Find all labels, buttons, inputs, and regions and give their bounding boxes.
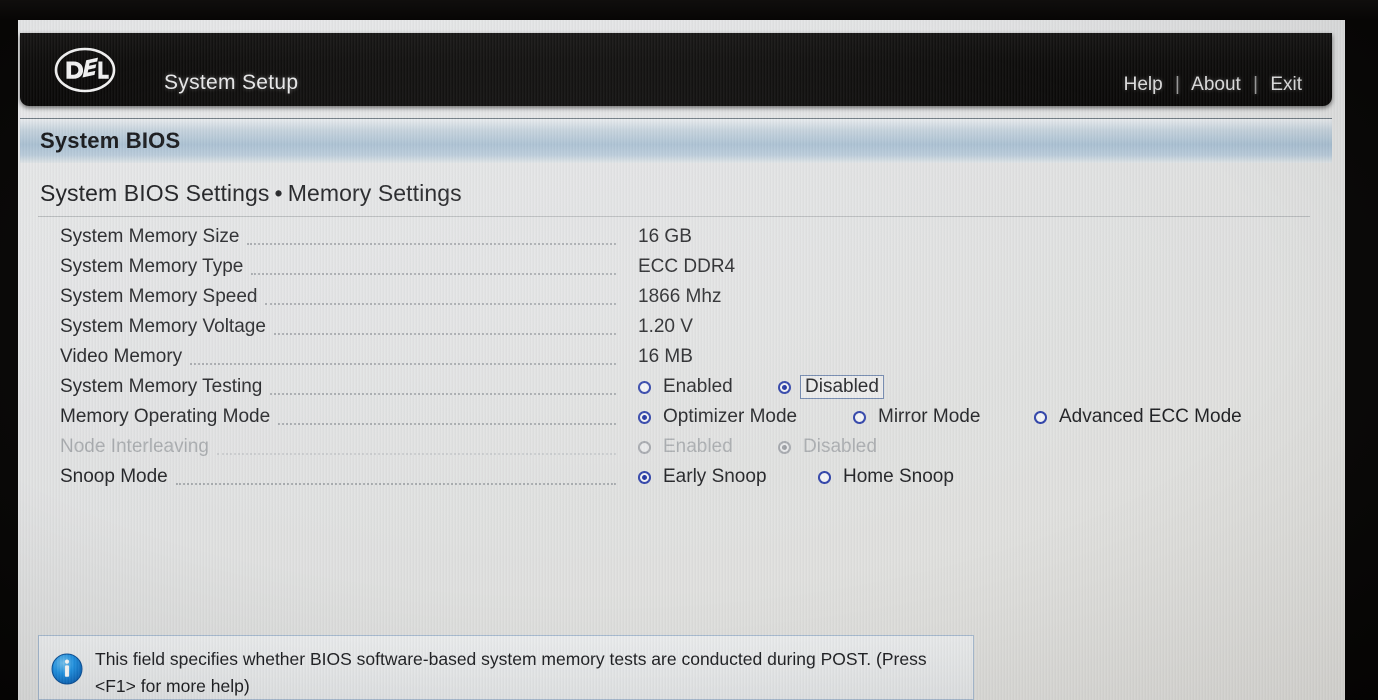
about-link[interactable]: About [1191,74,1241,95]
radio-button-icon[interactable] [818,470,831,484]
app-title: System Setup [164,71,299,94]
setting-value-area-node-interleaving: Enabled Disabled [638,432,1338,462]
radio-option-label: Home Snoop [843,466,954,487]
breadcrumb: System BIOS Settings • Memory Settings [40,180,462,207]
leader-dots [251,272,617,275]
heading-divider [38,216,1310,217]
radio-option-label: Enabled [663,436,733,457]
monitor-bezel-top [0,0,1378,20]
setting-label-system-memory-speed: System Memory Speed [60,286,258,307]
radio-option-label: Disabled [803,436,877,457]
radio-option-snoop-mode-0[interactable]: Early Snoop [638,465,770,489]
leader-dots [247,242,617,245]
setting-row-system-memory-testing[interactable]: System Memory Testing Enabled Disabled [18,372,1345,402]
setting-value-area-video-memory: 16 MB [638,342,693,372]
section-bar: System BIOS [20,118,1332,163]
setting-value-area-system-memory-testing: Enabled Disabled [638,372,1338,402]
radio-button-icon [638,440,651,454]
setting-row-node-interleaving: Node Interleaving Enabled Disabled [18,432,1345,462]
bios-screen: System Setup Help | About | Exit System … [18,20,1345,700]
setting-value-area-system-memory-type: ECC DDR4 [638,252,735,282]
radio-group-memory-operating-mode: Optimizer Mode Mirror Mode Advanced ECC Mo… [638,402,1338,432]
setting-value-system-memory-speed: 1866 Mhz [638,286,722,307]
radio-option-label: Disabled [800,375,884,399]
help-box: This field specifies whether BIOS softwa… [38,635,974,700]
radio-option-node-interleaving-1: Disabled [778,435,880,459]
radio-option-system-memory-testing-1[interactable]: Disabled [778,375,884,399]
info-icon [51,653,83,685]
monitor-photo: System Setup Help | About | Exit System … [0,0,1378,700]
radio-button-icon[interactable] [638,410,651,424]
breadcrumb-parent[interactable]: System BIOS Settings [40,180,270,206]
radio-button-icon[interactable] [638,380,651,394]
setting-row-snoop-mode[interactable]: Snoop Mode Early Snoop Home Snoop [18,462,1345,492]
radio-option-memory-operating-mode-0[interactable]: Optimizer Mode [638,405,800,429]
leader-dots [273,332,616,335]
setting-value-area-system-memory-speed: 1866 Mhz [638,282,721,312]
setting-value-system-memory-voltage: 1.20 V [638,316,693,337]
radio-option-node-interleaving-0: Enabled [638,435,736,459]
link-separator-1: | [1174,74,1180,95]
titlebar-links: Help | About | Exit [1124,74,1302,96]
setting-value-area-memory-operating-mode: Optimizer Mode Mirror Mode Advanced ECC Mo… [638,402,1338,432]
bios-page: System Setup Help | About | Exit System … [18,20,1345,700]
leader-dots [265,302,617,305]
setting-label-memory-operating-mode: Memory Operating Mode [60,406,271,427]
setting-label-system-memory-type: System Memory Type [60,256,244,277]
radio-button-icon[interactable] [638,470,651,484]
setting-row-system-memory-type[interactable]: System Memory Type ECC DDR4 [18,252,1345,282]
radio-button-icon [778,440,791,454]
radio-option-memory-operating-mode-1[interactable]: Mirror Mode [853,405,983,429]
link-separator-2: | [1253,74,1259,95]
setting-label-node-interleaving: Node Interleaving [60,436,209,457]
setting-row-memory-operating-mode[interactable]: Memory Operating Mode Optimizer Mode Mirro… [18,402,1345,432]
help-link[interactable]: Help [1124,74,1163,95]
setting-label-system-memory-testing: System Memory Testing [60,376,263,397]
leader-dots [190,362,617,365]
radio-option-snoop-mode-1[interactable]: Home Snoop [818,465,957,489]
setting-value-system-memory-size: 16 GB [638,226,692,247]
section-title: System BIOS [40,128,181,153]
radio-option-system-memory-testing-0[interactable]: Enabled [638,375,736,399]
setting-row-system-memory-size[interactable]: System Memory Size 16 GB [18,222,1345,252]
leader-dots [278,422,617,425]
radio-option-label: Mirror Mode [878,406,981,427]
setting-label-system-memory-voltage: System Memory Voltage [60,316,266,337]
dell-logo-icon [53,42,117,98]
setting-value-area-system-memory-size: 16 GB [638,222,692,252]
setting-label-system-memory-size: System Memory Size [60,226,240,247]
setting-row-system-memory-voltage[interactable]: System Memory Voltage 1.20 V [18,312,1345,342]
setting-value-video-memory: 16 MB [638,346,693,367]
radio-option-label: Optimizer Mode [663,406,798,427]
radio-option-memory-operating-mode-2[interactable]: Advanced ECC Mode [1034,405,1245,429]
breadcrumb-separator: • [274,180,283,206]
setting-value-area-system-memory-voltage: 1.20 V [638,312,693,342]
radio-button-icon[interactable] [1034,410,1047,424]
setting-value-system-memory-type: ECC DDR4 [638,256,736,277]
setting-value-area-snoop-mode: Early Snoop Home Snoop [638,462,1338,492]
setting-label-snoop-mode: Snoop Mode [60,466,168,487]
settings-list: System Memory Size 16 GB System Memory Typ… [18,222,1345,492]
radio-group-node-interleaving: Enabled Disabled [638,432,1338,462]
radio-button-icon[interactable] [778,380,791,394]
leader-dots [175,482,616,485]
radio-button-icon[interactable] [853,410,866,424]
exit-link[interactable]: Exit [1270,74,1302,95]
setting-row-video-memory[interactable]: Video Memory 16 MB [18,342,1345,372]
radio-group-snoop-mode: Early Snoop Home Snoop [638,462,1338,492]
radio-option-label: Advanced ECC Mode [1059,406,1242,427]
leader-dots [270,392,617,395]
title-bar: System Setup Help | About | Exit [20,33,1332,106]
setting-row-system-memory-speed[interactable]: System Memory Speed 1866 Mhz [18,282,1345,312]
help-text: This field specifies whether BIOS softwa… [95,649,927,696]
radio-option-label: Early Snoop [663,466,767,487]
radio-option-label: Enabled [663,376,733,397]
radio-group-system-memory-testing: Enabled Disabled [638,372,1338,402]
setting-label-video-memory: Video Memory [60,346,183,367]
leader-dots [216,452,616,455]
breadcrumb-current: Memory Settings [287,180,462,206]
